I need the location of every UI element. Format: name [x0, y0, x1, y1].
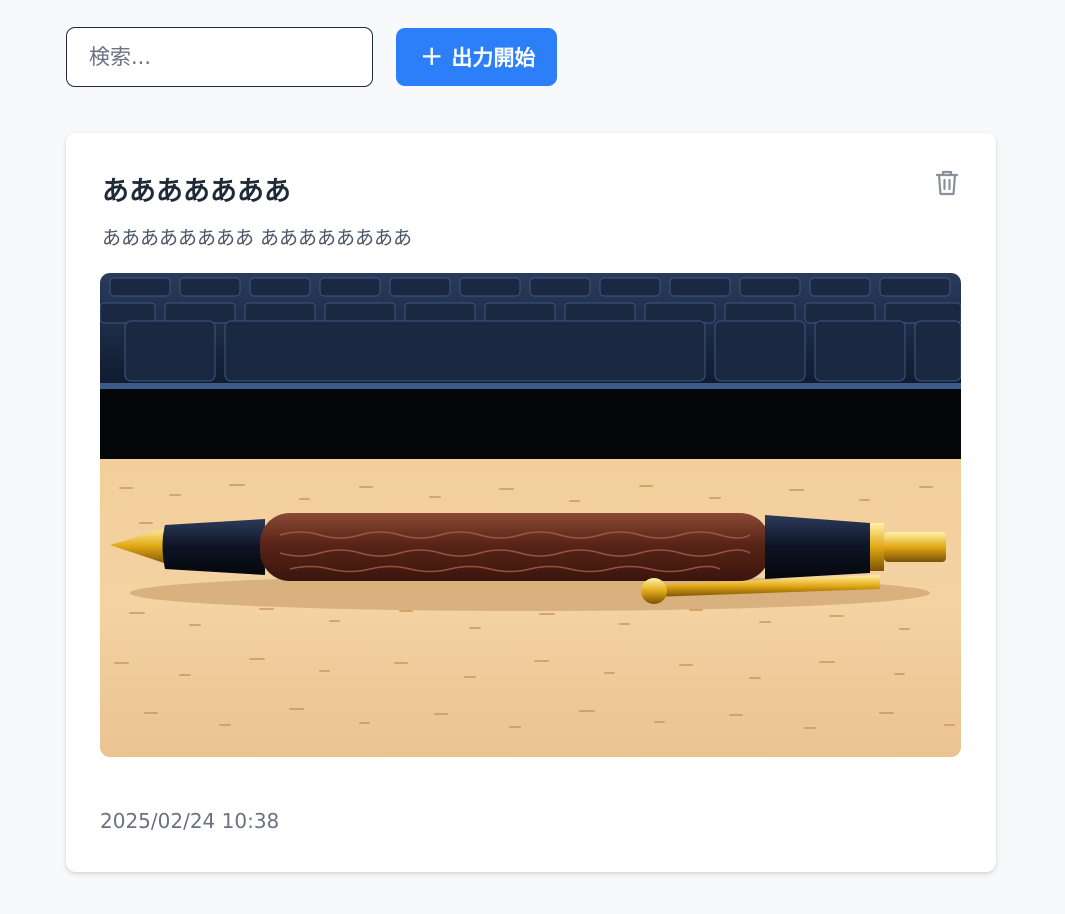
start-output-label: 出力開始 [451, 46, 536, 70]
pen-on-desk-photo [100, 273, 961, 757]
search-input[interactable] [66, 27, 373, 87]
toolbar: + 出力開始 [66, 27, 558, 87]
post-card: あああああああ ああああああああ ああああああああ 2025/02/24 10:… [66, 133, 996, 872]
post-photo [100, 273, 961, 757]
post-timestamp: 2025/02/24 10:38 [100, 809, 280, 833]
start-output-button[interactable]: + 出力開始 [396, 28, 558, 86]
delete-button[interactable] [934, 169, 960, 197]
card-description: ああああああああ ああああああああ [102, 227, 413, 249]
plus-icon: + [420, 39, 444, 72]
trash-icon [935, 170, 959, 196]
card-title: あああああああ [102, 176, 291, 207]
